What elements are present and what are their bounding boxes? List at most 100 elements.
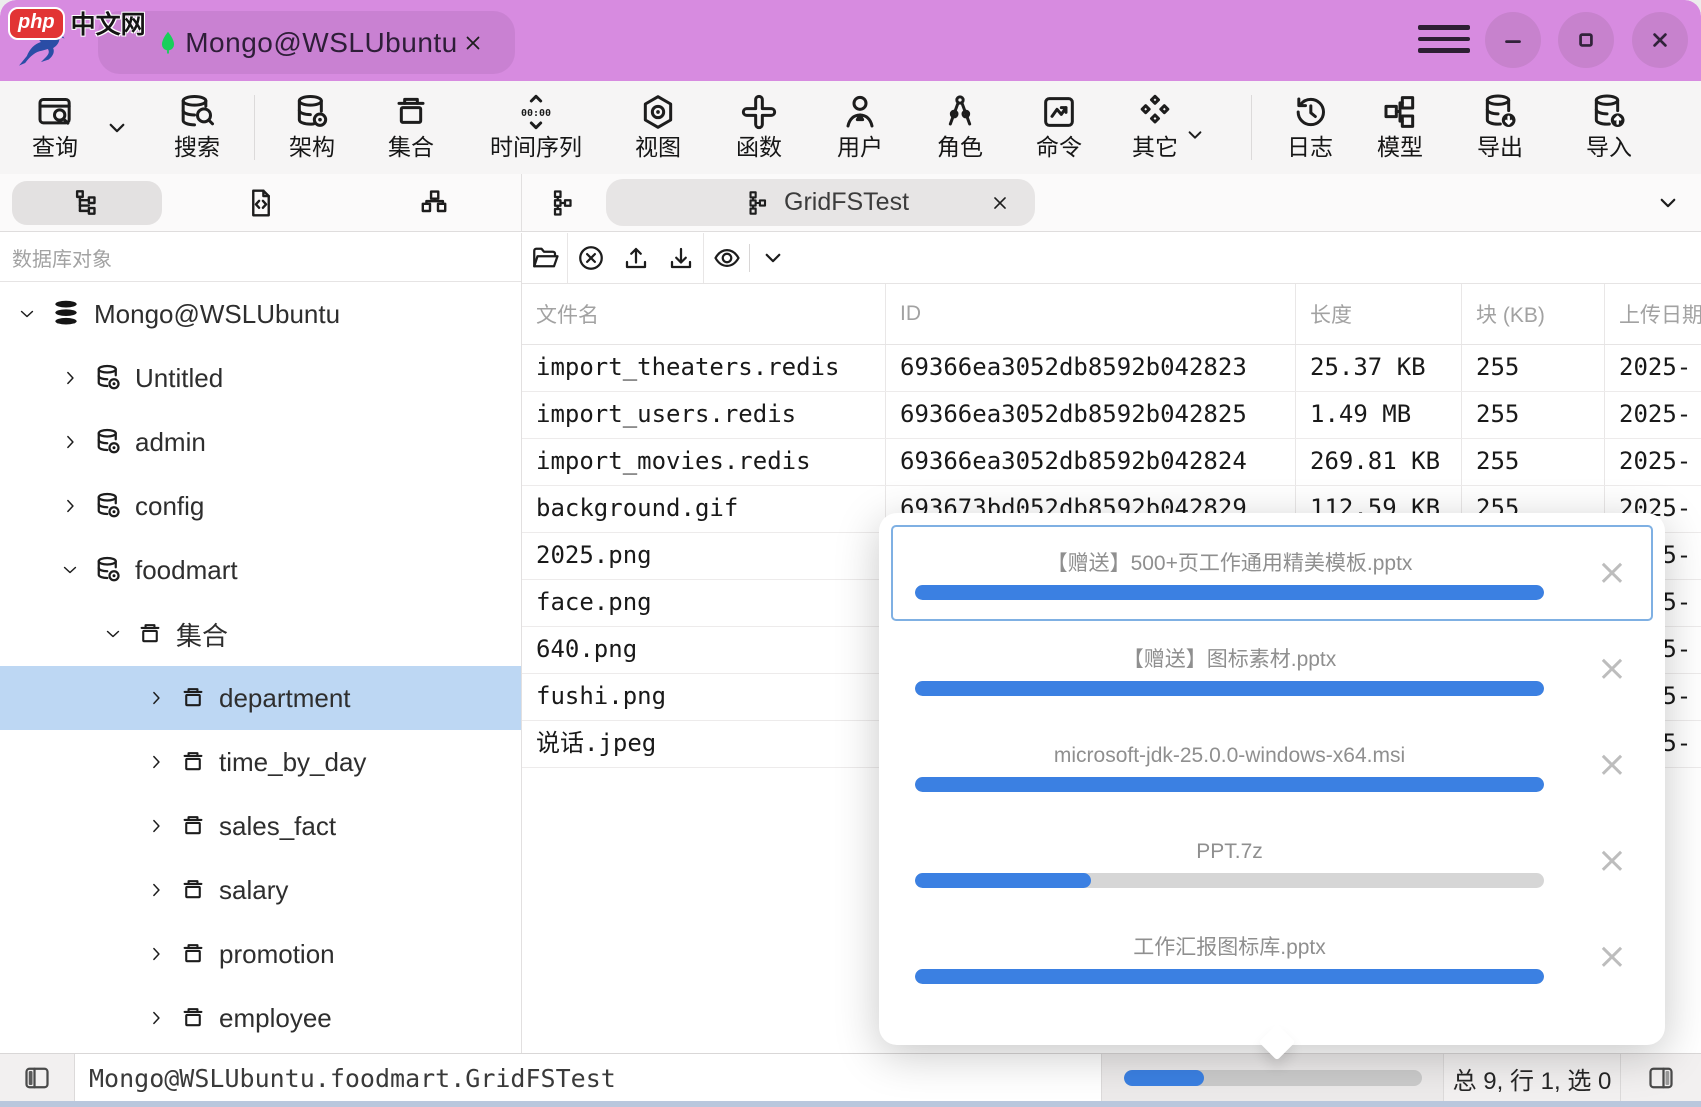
expand-chevron-icon[interactable] (141, 688, 171, 708)
sidebar-tab-code-file[interactable] (174, 181, 348, 225)
tab-gridfstest-label: GridFSTest (784, 188, 909, 217)
expand-chevron-icon[interactable] (141, 880, 171, 900)
toolbar-button-other[interactable]: 其它 (1132, 92, 1178, 162)
toolbar-button-schema[interactable]: 架构 (289, 92, 335, 162)
toggle-left-panel-button[interactable] (0, 1054, 75, 1102)
tree-item-salary[interactable]: salary (0, 858, 521, 922)
tree-item-employee[interactable]: employee (0, 986, 521, 1050)
column-header[interactable]: 长度 (1296, 284, 1462, 344)
table-cell: background.gif (522, 486, 886, 532)
toggle-right-panel-button[interactable] (1620, 1054, 1701, 1102)
expand-chevron-icon[interactable] (141, 816, 171, 836)
toolbar-button-label: 函数 (736, 134, 782, 162)
toolbar-button-query[interactable]: 查询 (32, 92, 78, 162)
toolbar-button-model[interactable]: 模型 (1377, 92, 1423, 162)
gridfs-cancel-circle-button[interactable] (568, 243, 613, 273)
connection-tab-close-icon[interactable] (461, 31, 485, 55)
toolbar-button-user[interactable]: 用户 (837, 92, 883, 162)
toolbar-button-role[interactable]: 角色 (937, 92, 983, 162)
export-db-icon (1480, 92, 1520, 132)
table-header-row: 文件名ID长度块 (KB)上传日期 (522, 284, 1701, 345)
expand-chevron-icon[interactable] (55, 432, 85, 452)
collection-icon (179, 684, 207, 712)
table-cell: 2025- (1605, 345, 1701, 391)
connection-tab[interactable]: Mongo@WSLUbuntu (98, 11, 515, 74)
column-header[interactable]: 块 (KB) (1462, 284, 1605, 344)
table-cell: import_movies.redis (522, 439, 886, 485)
tab-gridfstest[interactable]: GridFSTest (606, 179, 1035, 226)
more-dropdown-chevron-icon[interactable] (1182, 122, 1208, 148)
tab-close-icon[interactable] (989, 192, 1011, 214)
toolbar-button-label: 日志 (1287, 134, 1333, 162)
upload-item[interactable]: 【赠送】500+页工作通用精美模板.pptx× (891, 525, 1653, 621)
tree-item-集合[interactable]: 集合 (0, 602, 521, 666)
toolbar-button-command[interactable]: 命令 (1036, 92, 1082, 162)
collapse-chevron-icon[interactable] (55, 560, 85, 580)
expand-chevron-icon[interactable] (141, 752, 171, 772)
screen: Mongo@WSLUbuntu 查询 搜索架构集合 00:00时间序列视图函数 用户角… (0, 0, 1701, 1107)
column-header[interactable]: 文件名 (522, 284, 886, 344)
search-db-icon (177, 92, 217, 132)
tree-item-Untitled[interactable]: Untitled (0, 346, 521, 410)
query-dropdown-button[interactable] (102, 113, 132, 143)
maximize-icon (1573, 27, 1599, 53)
toolbar-button-export-db[interactable]: 导出 (1477, 92, 1523, 162)
upload-item-close-button[interactable]: × (1597, 555, 1627, 591)
tree-item-sales_fact[interactable]: sales_fact (0, 794, 521, 858)
tree-item-department[interactable]: department (0, 666, 521, 730)
upload-item-close-button[interactable]: × (1597, 651, 1627, 687)
gridfs-folder-open-button[interactable] (522, 243, 567, 273)
column-header[interactable]: ID (886, 284, 1296, 344)
column-header[interactable]: 上传日期 (1605, 284, 1701, 344)
chevron-right-icon (146, 944, 166, 964)
close-icon (1647, 27, 1673, 53)
upload-item-close-button[interactable]: × (1597, 843, 1627, 879)
collapse-chevron-icon[interactable] (98, 624, 128, 644)
mongodb-leaf-icon (154, 29, 182, 57)
toolbar-button-label: 集合 (388, 134, 434, 162)
gridfs-download-button[interactable] (658, 243, 703, 273)
table-row[interactable]: import_movies.redis69366ea3052db8592b042… (522, 439, 1701, 486)
upload-item-close-button[interactable]: × (1597, 747, 1627, 783)
sidebar-tab-tree[interactable] (0, 181, 174, 225)
table-cell: import_theaters.redis (522, 345, 886, 391)
tree-item-Mongo@WSLUbuntu[interactable]: Mongo@WSLUbuntu (0, 282, 521, 346)
tree-item-admin[interactable]: admin (0, 410, 521, 474)
maximize-button[interactable] (1558, 12, 1614, 68)
upload-item-close-button[interactable]: × (1597, 939, 1627, 975)
gridfs-nav-icon[interactable] (548, 188, 578, 218)
toolbar-button-search-db[interactable]: 搜索 (174, 92, 220, 162)
upload-item-filename: 工作汇报图标库.pptx (915, 935, 1544, 961)
gridfs-eye-button[interactable] (704, 243, 749, 273)
collapse-chevron-icon[interactable] (12, 304, 42, 324)
toolbar-button-collection[interactable]: 集合 (388, 92, 434, 162)
expand-chevron-icon[interactable] (55, 496, 85, 516)
expand-chevron-icon[interactable] (141, 944, 171, 964)
toolbar-button-import-db[interactable]: 导入 (1586, 92, 1632, 162)
tree-item-foodmart[interactable]: foodmart (0, 538, 521, 602)
toolbar-button-function[interactable]: 函数 (736, 92, 782, 162)
toolbar-button-log[interactable]: 日志 (1287, 92, 1333, 162)
other-icon (1135, 92, 1175, 132)
close-window-button[interactable] (1632, 12, 1688, 68)
tree-item-time_by_day[interactable]: time_by_day (0, 730, 521, 794)
expand-chevron-icon[interactable] (55, 368, 85, 388)
toolbar-separator (1251, 95, 1252, 160)
toolbar-button-view[interactable]: 视图 (635, 92, 681, 162)
toolbar-separator (254, 95, 255, 160)
sidebar-tab-diagram[interactable] (347, 181, 521, 225)
tree-item-promotion[interactable]: promotion (0, 922, 521, 986)
chevron-down-icon (1182, 122, 1208, 148)
table-row[interactable]: import_theaters.redis69366ea3052db8592b0… (522, 345, 1701, 392)
tree-item-config[interactable]: config (0, 474, 521, 538)
menu-button[interactable] (1418, 25, 1470, 53)
gridfs-chevron-down-button[interactable] (750, 243, 795, 273)
toolbar-button-timeseries[interactable]: 00:00时间序列 (490, 92, 582, 162)
toolbar-button-label: 导入 (1586, 134, 1632, 162)
minimize-button[interactable] (1485, 12, 1541, 68)
database-tree: Mongo@WSLUbuntuUntitledadminconfigfoodma… (0, 282, 521, 1050)
gridfs-upload-button[interactable] (613, 243, 658, 273)
expand-chevron-icon[interactable] (141, 1008, 171, 1028)
table-row[interactable]: import_users.redis69366ea3052db8592b0428… (522, 392, 1701, 439)
tab-list-chevron-icon[interactable] (1653, 188, 1683, 218)
